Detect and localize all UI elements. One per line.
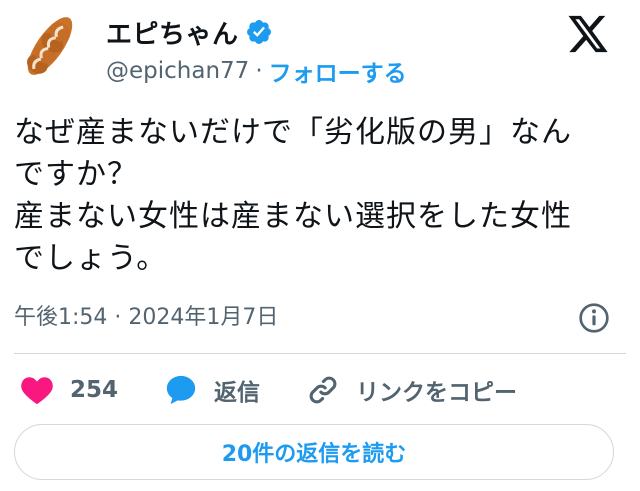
link-icon bbox=[309, 376, 337, 404]
display-name[interactable]: エピちゃん bbox=[106, 14, 239, 51]
tweet-text: なぜ産まないだけで「劣化版の男」なん ですか？ 産まない女性は産まない選択をした… bbox=[14, 115, 572, 276]
bread-avatar-icon bbox=[26, 17, 73, 75]
heart-icon bbox=[21, 377, 53, 405]
info-icon[interactable] bbox=[578, 302, 610, 334]
divider bbox=[14, 353, 626, 354]
like-button[interactable]: 254 bbox=[20, 368, 118, 412]
author-name-row: エピちゃん bbox=[106, 12, 273, 52]
read-replies-label: 20件の返信を読む bbox=[221, 442, 407, 467]
handle-row: @epichan77 · フォローする bbox=[106, 54, 407, 88]
speech-bubble-icon bbox=[166, 375, 196, 405]
tweet-timestamp[interactable]: 午後1:54 · 2024年1月7日 bbox=[14, 300, 278, 336]
action-bar: 254 返信 リンクをコピー bbox=[14, 368, 626, 412]
copy-link-button[interactable]: リンクをコピー bbox=[306, 368, 517, 412]
tweet-card: エピちゃん @epichan77 · フォローする なぜ産まないだけで「劣化版の… bbox=[0, 0, 640, 491]
handle-separator: · bbox=[255, 58, 263, 84]
read-replies-button[interactable]: 20件の返信を読む bbox=[14, 424, 614, 480]
follow-button[interactable]: フォローする bbox=[269, 54, 407, 88]
verified-badge-icon bbox=[246, 20, 271, 44]
reply-button[interactable]: 返信 bbox=[164, 368, 260, 412]
copy-link-label: リンクをコピー bbox=[356, 380, 517, 406]
user-handle[interactable]: @epichan77 bbox=[106, 58, 249, 84]
reply-label: 返信 bbox=[214, 380, 260, 406]
x-logo-icon[interactable] bbox=[566, 14, 610, 54]
avatar[interactable] bbox=[14, 10, 86, 82]
like-count: 254 bbox=[70, 377, 119, 403]
